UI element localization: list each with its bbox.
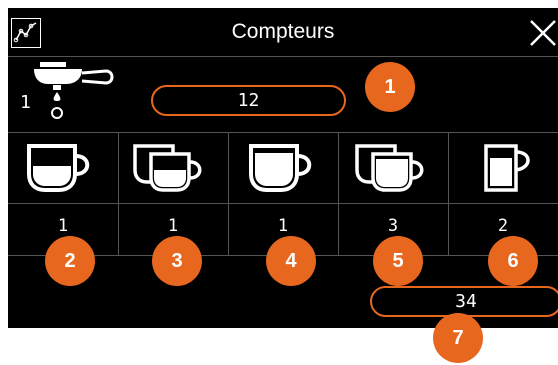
callout-badge: 7	[433, 313, 483, 363]
double-small-cup-icon	[131, 140, 211, 195]
large-cup-icon	[245, 140, 325, 195]
column-divider-4	[448, 132, 449, 255]
header-divider	[8, 56, 558, 57]
drink-count: 1	[277, 216, 289, 236]
close-icon	[530, 20, 556, 46]
pitcher-icon	[476, 140, 546, 195]
drink-count: 1	[57, 216, 69, 236]
drink-count: 3	[387, 216, 399, 236]
drink-count: 2	[497, 216, 509, 236]
callout-badge: 2	[45, 236, 95, 286]
group-counter-value: 12	[151, 85, 346, 116]
total-counter-value: 34	[370, 286, 558, 317]
brewing-group-icon	[26, 58, 118, 124]
group-number: 1	[20, 92, 31, 113]
small-cup-icon	[23, 140, 103, 195]
column-divider-2	[228, 132, 229, 255]
column-divider-3	[338, 132, 339, 255]
callout-badge: 5	[373, 236, 423, 286]
row-divider-1	[8, 132, 558, 133]
column-divider-1	[118, 132, 119, 255]
callout-badge: 1	[365, 62, 415, 112]
close-button[interactable]	[528, 18, 558, 48]
row-divider-2	[8, 203, 558, 204]
callout-badge: 3	[152, 236, 202, 286]
drink-count: 1	[167, 216, 179, 236]
callout-badge: 4	[266, 236, 316, 286]
callout-badge: 6	[488, 236, 538, 286]
double-large-cup-icon	[353, 140, 433, 195]
page-title: Compteurs	[231, 20, 335, 43]
